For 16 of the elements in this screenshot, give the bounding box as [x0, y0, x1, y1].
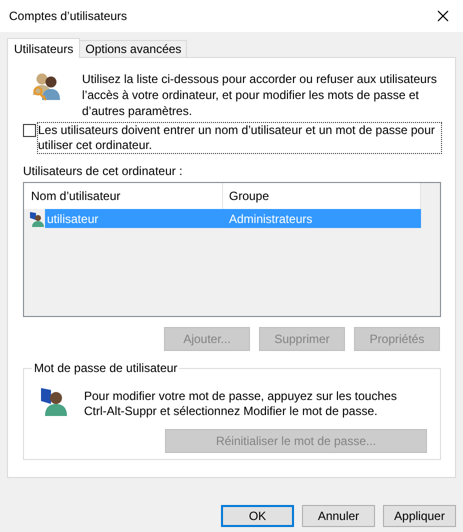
tab[interactable]: Options avancées — [79, 40, 188, 57]
tab[interactable]: Utilisateurs — [7, 38, 80, 58]
checkbox-label[interactable]: Les utilisateurs doivent entrer un nom d’utilisateur et un mot de passe pour utiliser cet ordinateur. — [37, 122, 442, 154]
list-label: Utilisateurs de cet ordinateur : — [23, 164, 184, 178]
password-instructions: Pour modifier votre mot de passe, appuyez sur les touches Ctrl-Alt-Suppr et sélectionnez Modifier le mot de passe. — [84, 388, 398, 419]
dialog-button[interactable]: OK — [221, 505, 294, 527]
intro-text: Utilisez la liste ci-dessous pour accorder ou refuser aux utilisateurs l’accès à votre ordinateur, et pour modifier les mots de passe et d’autres paramètres. — [82, 71, 438, 119]
dialog-button[interactable]: Appliquer — [383, 505, 456, 527]
users-key-icon — [30, 71, 62, 103]
checkbox[interactable] — [23, 124, 36, 137]
user-computer-icon — [38, 385, 70, 417]
user-computer-icon — [29, 210, 45, 226]
close-icon[interactable] — [437, 10, 449, 22]
group-title: Mot de passe de utilisateur — [32, 360, 180, 376]
window-title: Comptes d’utilisateurs — [9, 8, 128, 25]
dialog-button[interactable]: Annuler — [302, 505, 375, 527]
